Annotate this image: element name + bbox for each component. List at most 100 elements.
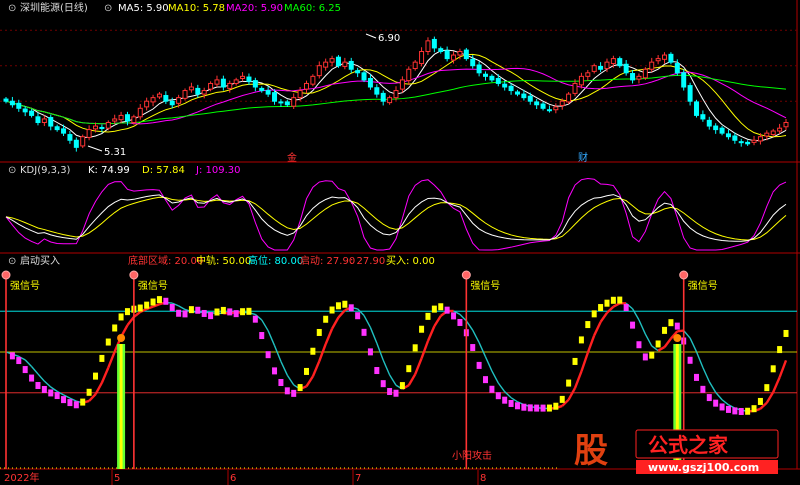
osc-block-109 [700,385,706,393]
candle-body-36 [233,79,239,84]
osc-block-96 [617,296,623,304]
candle-body-120 [770,130,776,136]
bottom-note: 小阳攻击 [452,449,492,462]
candle-body-28 [182,90,188,99]
osc-block-46 [297,384,303,392]
candle-body-18 [118,114,124,121]
candle-body-122 [783,122,789,128]
osc-block-82 [527,404,533,412]
osc-block-107 [687,356,693,364]
candle-body-66 [425,40,431,52]
osc-block-44 [284,387,290,395]
x-label-6: 6 [230,473,236,484]
candle-body-52 [335,56,341,67]
candle-body-101 [649,61,655,70]
watermark-logo: 股 [574,431,608,471]
ind-settings-icon[interactable]: ⊙ [8,256,16,267]
osc-block-57 [367,348,373,356]
main-settings-icon[interactable]: ⊙ [8,3,16,14]
osc-block-86 [553,402,559,410]
osc-block-7 [48,389,54,397]
candle-body-73 [470,58,476,67]
candle-body-78 [502,83,508,88]
candle-body-21 [137,107,143,118]
candle-body-17 [112,118,118,122]
osc-block-94 [604,299,610,307]
ma5-label: MA5: 5.90 [118,3,169,14]
candle-body-1 [9,100,15,106]
buy-flame-0 [117,334,126,342]
candle-body-69 [444,50,450,60]
candle-body-19 [124,114,130,122]
candle-body-116 [745,141,751,145]
candle-body-43 [278,101,284,104]
osc-block-95 [610,296,616,304]
osc-block-27 [176,309,182,317]
osc-block-118 [757,397,763,405]
osc-block-2 [16,357,22,365]
osc-block-116 [745,407,751,415]
candle-body-15 [99,126,105,129]
candle-body-37 [240,75,246,79]
candle-body-50 [323,61,329,68]
osc-block-31 [201,309,207,317]
buy-flame-1 [673,334,682,342]
candle-body-77 [495,77,501,84]
osc-block-119 [764,384,770,392]
stock-chart: 强信号强信号强信号强信号强信号强信号 ⊙ 深圳能源(日线) ⊙ MA5: 5.9… [0,0,800,485]
osc-block-41 [265,351,271,359]
osc-block-17 [112,324,118,332]
osc-block-49 [316,328,322,336]
osc-block-102 [655,340,661,348]
x-label-5: 5 [114,473,120,484]
candle-body-32 [208,82,214,90]
osc-block-105 [674,322,680,330]
buy-bar-core-0 [119,344,123,469]
candle-body-79 [508,85,514,92]
osc-block-32 [208,312,214,320]
candle-body-13 [86,129,92,138]
candle-body-108 [693,101,699,116]
osc-block-45 [291,389,297,397]
low-price-annotation: 5.31 [104,147,126,158]
osc-block-51 [329,306,335,314]
osc-block-29 [188,306,194,314]
candle-body-56 [361,72,367,81]
candle-body-63 [406,68,412,82]
candle-body-49 [316,65,322,77]
candle-body-33 [214,79,220,85]
strong-signal-dot-1 [129,270,139,280]
candle-body-110 [706,119,712,127]
osc-block-54 [348,304,354,312]
event-marker-gold[interactable]: 金 [287,151,297,164]
candle-body-83 [534,101,540,106]
strong-signal-label-0: 强信号 [10,280,40,292]
osc-block-13 [86,388,92,396]
candle-body-118 [757,136,763,142]
kdj-title: KDJ(9,3,3) [20,165,71,176]
candle-body-29 [188,86,194,91]
candle-body-39 [252,80,258,88]
osc-block-117 [751,405,757,413]
candle-body-87 [559,100,565,106]
event-marker-finance[interactable]: 财 [578,151,588,164]
candle-body-58 [374,87,380,95]
osc-block-64 [412,344,418,352]
osc-block-103 [662,326,668,334]
candle-body-72 [463,49,469,60]
ma-toggle-icon[interactable]: ⊙ [104,3,112,14]
osc-block-43 [278,379,284,387]
candle-body-71 [457,51,463,56]
candle-body-46 [297,90,303,99]
osc-block-37 [240,308,246,316]
candle-body-88 [566,93,572,103]
candle-body-40 [259,87,265,92]
osc-block-73 [470,344,476,352]
osc-block-69 [444,306,450,314]
candle-body-67 [431,38,437,49]
strong-signal-label-2: 强信号 [470,280,500,292]
osc-block-84 [540,404,546,412]
osc-block-33 [214,308,220,316]
kdj-settings-icon[interactable]: ⊙ [8,165,16,176]
osc-block-34 [220,306,226,314]
